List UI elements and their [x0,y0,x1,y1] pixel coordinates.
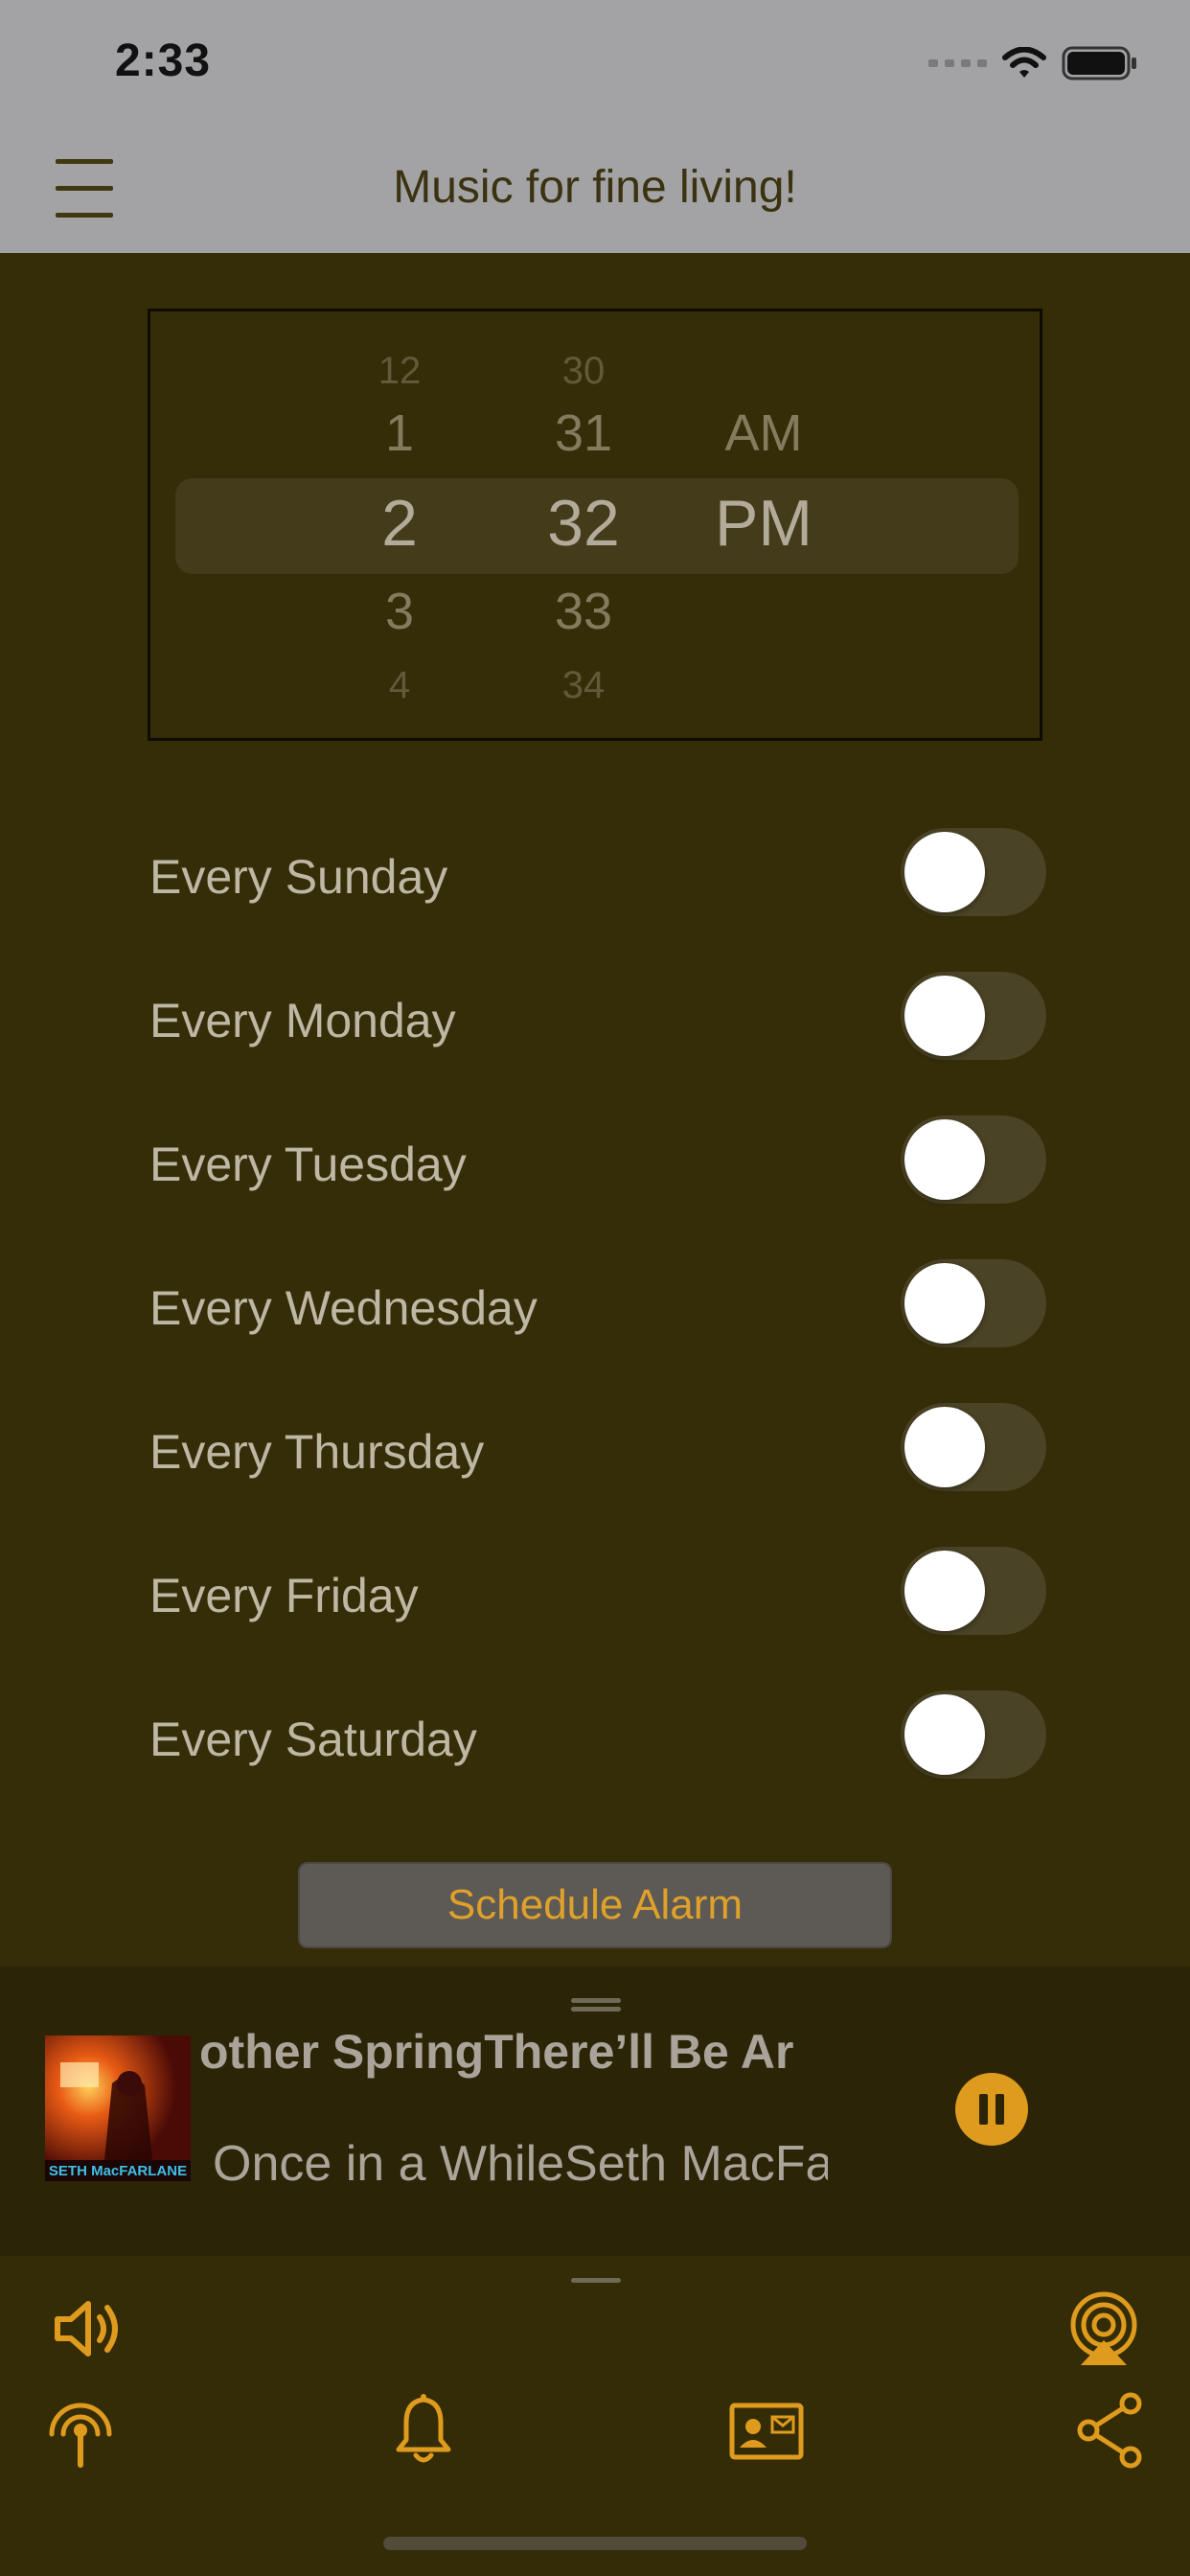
cellular-signal-icon [928,59,987,67]
period-option[interactable]: AM [687,403,840,463]
now-playing-grabber-line [571,2007,621,2012]
header-title: Music for fine living! [393,162,797,213]
day-label: Every Friday [149,1569,419,1622]
day-row-saturday: Every Saturday [0,1687,1190,1782]
contact-card-icon[interactable] [726,2390,807,2471]
status-icons [928,44,1138,82]
day-label: Every Tuesday [149,1138,467,1191]
day-label: Every Wednesday [149,1281,538,1335]
saturday-toggle[interactable] [901,1690,1046,1779]
minute-option[interactable]: 30 [507,350,660,388]
toggle-knob [904,976,985,1056]
day-row-friday: Every Friday [0,1543,1190,1639]
hour-option[interactable]: 4 [323,664,476,702]
airplay-icon[interactable] [1064,2288,1144,2369]
thursday-toggle[interactable] [901,1403,1046,1491]
share-icon[interactable] [1071,2390,1152,2471]
hour-option[interactable]: 12 [323,350,476,388]
day-label: Every Monday [149,994,456,1047]
track-title: other SpringThere’ll Be Ar [199,2025,794,2079]
album-art-image [45,2036,191,2181]
day-label: Every Saturday [149,1713,477,1766]
home-indicator[interactable] [383,2537,807,2550]
sunday-toggle[interactable] [901,828,1046,916]
album-art-text: SETH MacFARLANE [48,2163,188,2179]
toggle-knob [904,1407,985,1487]
track-info[interactable]: other SpringThere’ll Be Ar Once in a Whi… [199,2012,828,2204]
broadcast-icon[interactable] [40,2390,121,2471]
minute-option[interactable]: 31 [507,403,660,463]
bell-icon[interactable] [383,2390,464,2471]
day-label: Every Sunday [149,850,448,904]
selected-hour[interactable]: 2 [323,486,476,561]
day-row-wednesday: Every Wednesday [0,1255,1190,1351]
volume-icon[interactable] [50,2288,130,2369]
hour-option[interactable]: 1 [323,403,476,463]
toggle-knob [904,832,985,912]
pause-button[interactable] [955,2073,1028,2146]
minute-option[interactable]: 33 [507,582,660,641]
toggle-knob [904,1119,985,1200]
day-row-monday: Every Monday [0,968,1190,1064]
schedule-alarm-button[interactable]: Schedule Alarm [298,1862,892,1948]
day-label: Every Thursday [149,1425,485,1479]
bottom-toolbar [0,2256,1190,2576]
wednesday-toggle[interactable] [901,1259,1046,1347]
selected-minute[interactable]: 32 [507,486,660,561]
hour-option[interactable]: 3 [323,582,476,641]
track-subtitle: Once in a WhileSeth MacFa [213,2136,828,2192]
day-row-tuesday: Every Tuesday [0,1112,1190,1208]
toggle-knob [904,1694,985,1775]
toggle-knob [904,1263,985,1344]
toolbar-grabber[interactable] [571,2278,621,2283]
friday-toggle[interactable] [901,1547,1046,1635]
day-row-thursday: Every Thursday [0,1399,1190,1495]
now-playing-grabber[interactable] [571,1998,621,2003]
wifi-icon [1002,47,1046,78]
selected-period[interactable]: PM [687,486,840,561]
album-art[interactable]: SETH MacFARLANE [45,2036,191,2181]
alarm-screen: 2:33 Music for fine living! 12 1 2 3 4 3… [0,0,1190,2576]
monday-toggle[interactable] [901,972,1046,1060]
top-bar: 2:33 Music for fine living! [0,0,1190,253]
battery-icon [1062,46,1136,80]
tuesday-toggle[interactable] [901,1116,1046,1204]
status-time: 2:33 [115,35,212,86]
day-row-sunday: Every Sunday [0,824,1190,920]
minute-option[interactable]: 34 [507,664,660,702]
toggle-knob [904,1551,985,1631]
time-picker[interactable]: 12 1 2 3 4 30 31 32 33 34 AM PM [148,309,1042,741]
